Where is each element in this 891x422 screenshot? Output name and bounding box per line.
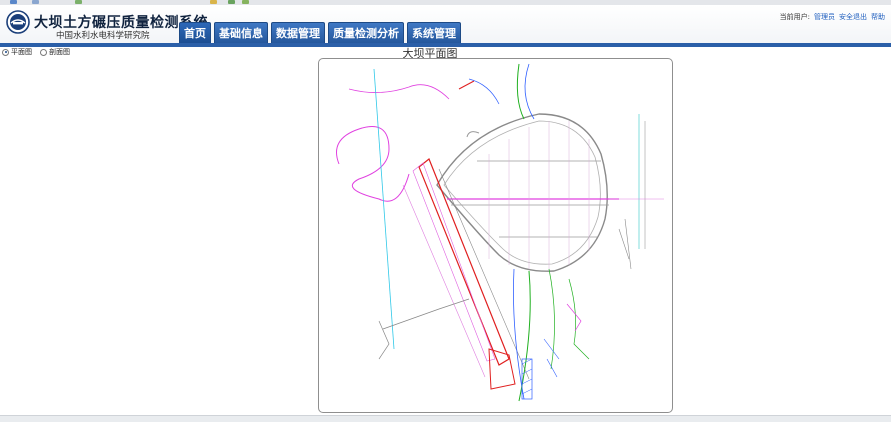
spillway-channel bbox=[402, 158, 530, 390]
favorites-icon[interactable] bbox=[210, 0, 217, 4]
app-header: 大坝土方碾压质量检测系统 中国水利水电科学研究院 首页 基础信息 数据管理 质量… bbox=[0, 5, 891, 47]
logout-link[interactable]: 安全退出 bbox=[839, 13, 867, 21]
tab-home[interactable]: 首页 bbox=[179, 22, 211, 43]
dam-axis-scale bbox=[609, 114, 664, 270]
page-icon[interactable] bbox=[228, 0, 235, 4]
plan-view-radio[interactable] bbox=[2, 48, 9, 56]
app-subtitle: 中国水利水电科学研究院 bbox=[56, 31, 150, 41]
tab-system-management[interactable]: 系统管理 bbox=[407, 22, 461, 43]
forward-icon[interactable] bbox=[32, 0, 39, 4]
section-view-radio[interactable] bbox=[40, 48, 47, 56]
current-user-link[interactable]: 管理员 bbox=[814, 13, 835, 21]
plan-view-option[interactable]: 平面图 bbox=[2, 47, 32, 57]
back-icon[interactable] bbox=[10, 0, 17, 4]
view-toggle: 平面图 剖面图 bbox=[2, 47, 78, 57]
help-link[interactable]: 帮助 bbox=[871, 13, 885, 21]
user-area: 当前用户: 管理员 安全退出 帮助 bbox=[780, 12, 885, 22]
main-nav: 首页 基础信息 数据管理 质量检测分析 系统管理 bbox=[179, 22, 464, 43]
tab-data-management[interactable]: 数据管理 bbox=[271, 22, 325, 43]
refresh-icon[interactable] bbox=[75, 0, 82, 4]
current-user-label: 当前用户: bbox=[779, 13, 810, 21]
tab-basic-info[interactable]: 基础信息 bbox=[214, 22, 268, 43]
section-view-label: 剖面图 bbox=[49, 48, 70, 56]
dam-plan-drawing bbox=[336, 63, 664, 402]
tools-icon[interactable] bbox=[242, 0, 249, 4]
left-road-lines bbox=[336, 68, 475, 360]
section-view-option[interactable]: 剖面图 bbox=[40, 47, 70, 57]
dam-plan-map[interactable] bbox=[318, 58, 673, 413]
plan-view-label: 平面图 bbox=[11, 48, 32, 56]
institute-logo-icon bbox=[6, 10, 30, 34]
tab-quality-analysis[interactable]: 质量检测分析 bbox=[328, 22, 404, 43]
